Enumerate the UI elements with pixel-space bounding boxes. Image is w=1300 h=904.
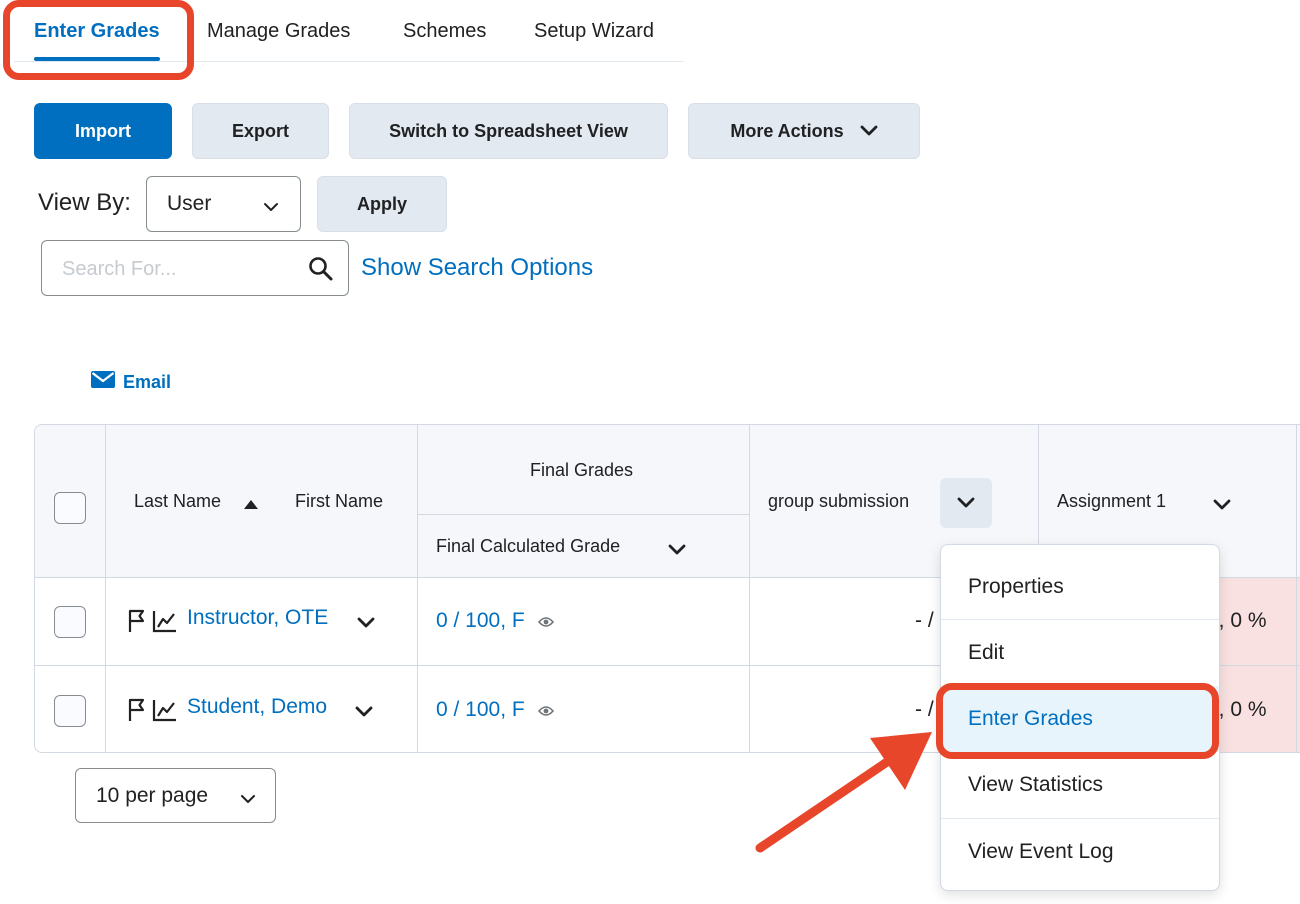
- chevron-down-icon: [263, 199, 279, 217]
- sort-ascending-icon[interactable]: [244, 496, 258, 514]
- final-grades-header: Final Grades: [530, 460, 634, 480]
- chevron-down-icon: [240, 791, 256, 809]
- apply-button[interactable]: Apply: [317, 176, 447, 232]
- more-actions-label: More Actions: [730, 120, 844, 141]
- view-by-select[interactable]: User: [146, 176, 301, 232]
- menu-item-view-event-log[interactable]: View Event Log: [941, 819, 1219, 885]
- header-divider: [417, 514, 749, 515]
- column-divider: [417, 425, 418, 752]
- progress-chart-icon[interactable]: [152, 609, 178, 638]
- column-divider: [749, 425, 750, 752]
- progress-chart-icon[interactable]: [152, 698, 178, 727]
- envelope-icon: [91, 371, 115, 393]
- group-submission-header: group submission: [768, 491, 910, 511]
- spreadsheet-view-button[interactable]: Switch to Spreadsheet View: [349, 103, 668, 159]
- tab-manage-grades[interactable]: Manage Grades: [207, 20, 350, 43]
- email-button[interactable]: Email: [91, 371, 171, 393]
- assignment-1-header: Assignment 1: [1057, 491, 1167, 511]
- show-search-options-link[interactable]: Show Search Options: [361, 254, 593, 282]
- view-by-value: User: [167, 192, 212, 215]
- view-by-label: View By:: [38, 189, 131, 216]
- final-grade-link[interactable]: 0 / 100, F: [436, 609, 525, 633]
- column-divider: [1296, 425, 1297, 752]
- chevron-down-icon[interactable]: [668, 543, 686, 561]
- student-name-link[interactable]: Instructor, OTE: [187, 606, 328, 630]
- flag-icon[interactable]: [127, 609, 147, 638]
- chevron-down-icon[interactable]: [1213, 498, 1231, 516]
- menu-item-properties[interactable]: Properties: [941, 554, 1219, 620]
- group-submission-menu-button[interactable]: [940, 478, 992, 528]
- row-checkbox[interactable]: [54, 695, 86, 727]
- tab-schemes[interactable]: Schemes: [403, 20, 486, 43]
- eye-icon: [537, 615, 555, 633]
- menu-highlight-annotation: [936, 683, 1219, 759]
- search-input[interactable]: Search For...: [41, 240, 349, 296]
- column-divider: [105, 425, 106, 752]
- chevron-down-icon: [860, 121, 878, 142]
- student-name-link[interactable]: Student, Demo: [187, 695, 327, 719]
- search-placeholder: Search For...: [62, 258, 177, 280]
- menu-item-edit[interactable]: Edit: [941, 620, 1219, 686]
- import-button[interactable]: Import: [34, 103, 172, 159]
- group-submission-grade: - /: [915, 698, 934, 721]
- tab-setup-wizard[interactable]: Setup Wizard: [534, 20, 654, 43]
- row-checkbox[interactable]: [54, 606, 86, 638]
- tab-highlight-annotation: [3, 0, 194, 80]
- group-submission-grade: - /: [915, 609, 934, 632]
- first-name-header[interactable]: First Name: [295, 491, 383, 512]
- eye-icon: [537, 704, 555, 722]
- email-label: Email: [123, 371, 172, 392]
- page-size-select[interactable]: 10 per page: [75, 768, 276, 823]
- flag-icon[interactable]: [127, 698, 147, 727]
- chevron-down-icon[interactable]: [355, 705, 373, 723]
- import-button-label: Import: [75, 120, 131, 141]
- menu-item-view-statistics[interactable]: View Statistics: [941, 752, 1219, 818]
- export-button[interactable]: Export: [192, 103, 329, 159]
- final-grade-link[interactable]: 0 / 100, F: [436, 698, 525, 722]
- last-name-header[interactable]: Last Name: [134, 491, 221, 512]
- export-button-label: Export: [231, 120, 289, 141]
- page-size-value: 10 per page: [96, 784, 209, 807]
- more-actions-button[interactable]: More Actions: [688, 103, 920, 159]
- apply-button-label: Apply: [356, 193, 407, 214]
- annotation-arrow: [755, 732, 932, 853]
- select-all-checkbox[interactable]: [54, 492, 86, 524]
- search-icon[interactable]: [308, 256, 334, 287]
- chevron-down-icon[interactable]: [357, 616, 375, 634]
- final-calculated-grade-header: Final Calculated Grade: [436, 536, 621, 556]
- spreadsheet-button-label: Switch to Spreadsheet View: [389, 120, 628, 141]
